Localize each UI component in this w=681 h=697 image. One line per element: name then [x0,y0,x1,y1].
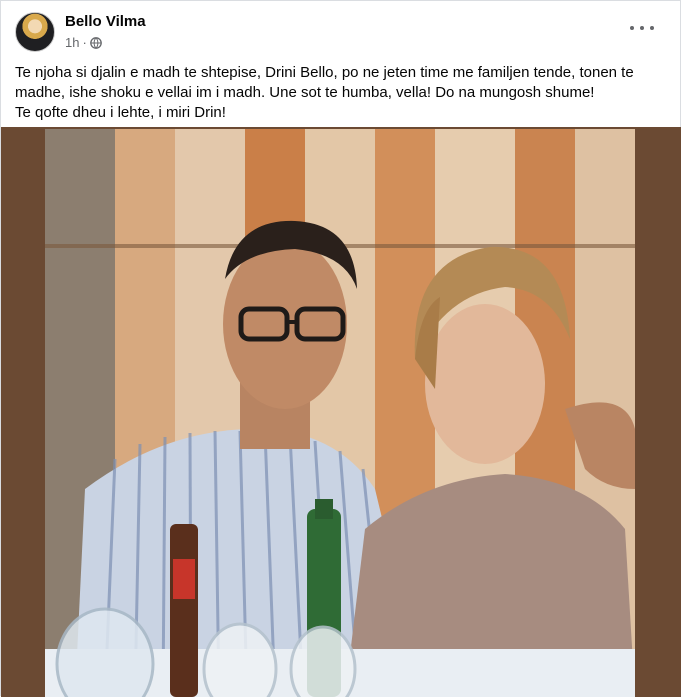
post-text-line: Te qofte dheu i lehte, i miri Drin! [15,104,226,121]
facebook-post: Bello Vilma 1h · Te njoha si djalin e ma… [0,0,681,697]
post-meta: Bello Vilma 1h · [65,13,146,51]
author-name[interactable]: Bello Vilma [65,13,146,31]
more-dot [640,26,644,30]
globe-icon[interactable] [89,37,102,49]
post-time[interactable]: 1h [65,35,79,51]
post-photo-frame[interactable] [1,127,681,697]
post-photo[interactable] [45,129,635,697]
more-dot [650,26,654,30]
post-text-line: Te njoha si djalin e madh te shtepise, D… [15,64,634,101]
more-options-icon[interactable] [630,19,654,37]
more-dot [630,26,634,30]
author-avatar[interactable] [15,12,55,52]
post-header: Bello Vilma 1h · [15,11,146,53]
post-text: Te njoha si djalin e madh te shtepise, D… [15,63,665,123]
separator-dot: · [82,35,87,50]
post-subline: 1h · [65,35,146,51]
